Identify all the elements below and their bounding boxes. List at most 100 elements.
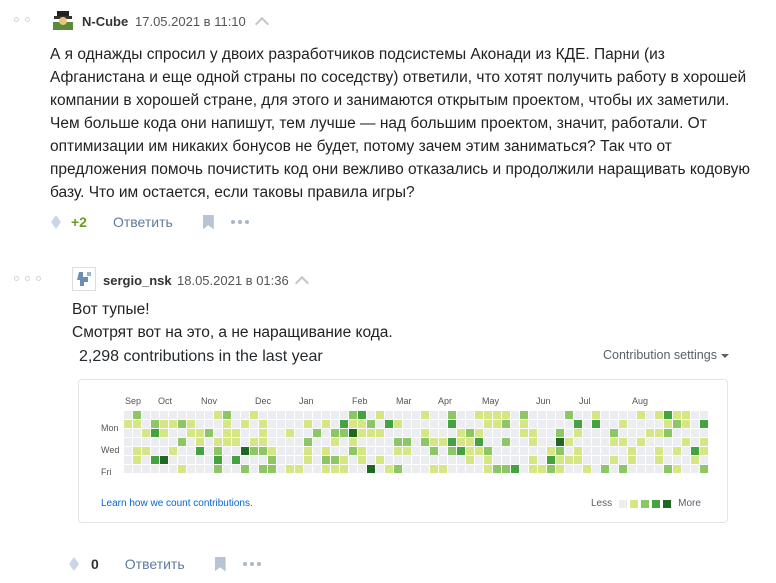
contribution-cell xyxy=(592,420,600,428)
contribution-cell xyxy=(403,447,411,455)
contribution-cell xyxy=(124,456,132,464)
contribution-cell xyxy=(547,411,555,419)
drop-icon[interactable] xyxy=(51,215,61,229)
contribution-cell xyxy=(295,456,303,464)
contribution-cell xyxy=(556,447,564,455)
contribution-cell xyxy=(196,429,204,437)
contribution-cell xyxy=(178,411,186,419)
contribution-cell xyxy=(511,411,519,419)
drop-icon[interactable] xyxy=(69,557,79,571)
weekday-label: Fri xyxy=(101,467,112,477)
chevron-up-icon[interactable] xyxy=(294,275,310,291)
contribution-cell xyxy=(664,411,672,419)
contribution-cell xyxy=(232,420,240,428)
contribution-cell xyxy=(619,465,627,473)
legend-swatch xyxy=(652,499,661,508)
contribution-cell xyxy=(214,420,222,428)
contribution-cell xyxy=(412,456,420,464)
contribution-cell xyxy=(493,411,501,419)
contribution-cell xyxy=(358,447,366,455)
contribution-cell xyxy=(628,465,636,473)
month-label: Jul xyxy=(579,396,591,406)
contribution-cell xyxy=(313,465,321,473)
contribution-cell xyxy=(178,456,186,464)
comment-author[interactable]: sergio_nsk xyxy=(103,273,172,288)
contribution-cell xyxy=(682,465,690,473)
contribution-cell xyxy=(214,429,222,437)
contribution-cell xyxy=(367,447,375,455)
contribution-cell xyxy=(394,429,402,437)
legend-swatch xyxy=(619,499,628,508)
contribution-cell xyxy=(610,411,618,419)
contribution-cell xyxy=(430,429,438,437)
comment-time[interactable]: 18.05.2021 в 01:36 xyxy=(177,273,289,288)
contribution-cell xyxy=(682,447,690,455)
chevron-up-icon[interactable] xyxy=(254,16,270,32)
contribution-cell xyxy=(250,411,258,419)
contribution-cell xyxy=(277,465,285,473)
contribution-cell xyxy=(142,438,150,446)
contribution-cell xyxy=(646,429,654,437)
bookmark-icon[interactable] xyxy=(202,214,214,230)
contribution-cell xyxy=(250,465,258,473)
contribution-cell xyxy=(160,429,168,437)
contribution-cell xyxy=(502,429,510,437)
contribution-cell xyxy=(196,465,204,473)
contribution-cell xyxy=(556,411,564,419)
contribution-cell xyxy=(466,438,474,446)
contribution-cell xyxy=(511,465,519,473)
contribution-cell xyxy=(664,429,672,437)
contribution-cell xyxy=(565,438,573,446)
month-label: Apr xyxy=(438,396,453,406)
contribution-cell xyxy=(538,456,546,464)
contribution-cell xyxy=(592,429,600,437)
more-dots-icon[interactable] xyxy=(230,220,249,224)
contribution-cell xyxy=(412,438,420,446)
contribution-cell xyxy=(322,429,330,437)
contribution-cell xyxy=(151,429,159,437)
contribution-cell xyxy=(367,438,375,446)
contribution-cell xyxy=(412,420,420,428)
contribution-cell xyxy=(331,429,339,437)
contribution-cell xyxy=(610,429,618,437)
contribution-cell xyxy=(169,420,177,428)
contribution-cell xyxy=(637,456,645,464)
contribution-cell xyxy=(493,447,501,455)
bookmark-icon[interactable] xyxy=(214,556,226,572)
comment-author[interactable]: N-Cube xyxy=(82,14,128,29)
contribution-cell xyxy=(484,456,492,464)
contribution-cell xyxy=(223,438,231,446)
contribution-cell xyxy=(421,465,429,473)
contribution-cell xyxy=(331,438,339,446)
contribution-cell xyxy=(205,429,213,437)
contribution-cell xyxy=(286,429,294,437)
contribution-cell xyxy=(457,429,465,437)
contribution-cell xyxy=(160,411,168,419)
contribution-cell xyxy=(475,456,483,464)
contribution-cell xyxy=(223,420,231,428)
reply-button[interactable]: Ответить xyxy=(125,556,185,572)
contribution-cell xyxy=(160,438,168,446)
contribution-cell xyxy=(619,429,627,437)
reply-button[interactable]: Ответить xyxy=(113,214,173,230)
contribution-cell xyxy=(403,411,411,419)
contribution-cell xyxy=(673,411,681,419)
comment-line: Смотрят вот на это, а не наращивание код… xyxy=(72,324,393,341)
contribution-cell xyxy=(421,411,429,419)
contribution-cell xyxy=(385,447,393,455)
contribution-cell xyxy=(133,429,141,437)
avatar[interactable] xyxy=(72,267,96,291)
contribution-cell xyxy=(484,420,492,428)
contribution-cell xyxy=(637,447,645,455)
contribution-cell xyxy=(520,456,528,464)
more-dots-icon[interactable] xyxy=(242,562,261,566)
comment-time[interactable]: 17.05.2021 в 11:10 xyxy=(135,14,246,29)
contribution-cell xyxy=(241,456,249,464)
avatar[interactable] xyxy=(51,8,75,32)
contribution-cell xyxy=(691,456,699,464)
contribution-cell xyxy=(304,438,312,446)
contribution-cell xyxy=(529,429,537,437)
contribution-cell xyxy=(277,420,285,428)
contribution-cell xyxy=(187,420,195,428)
contribution-cell xyxy=(376,420,384,428)
